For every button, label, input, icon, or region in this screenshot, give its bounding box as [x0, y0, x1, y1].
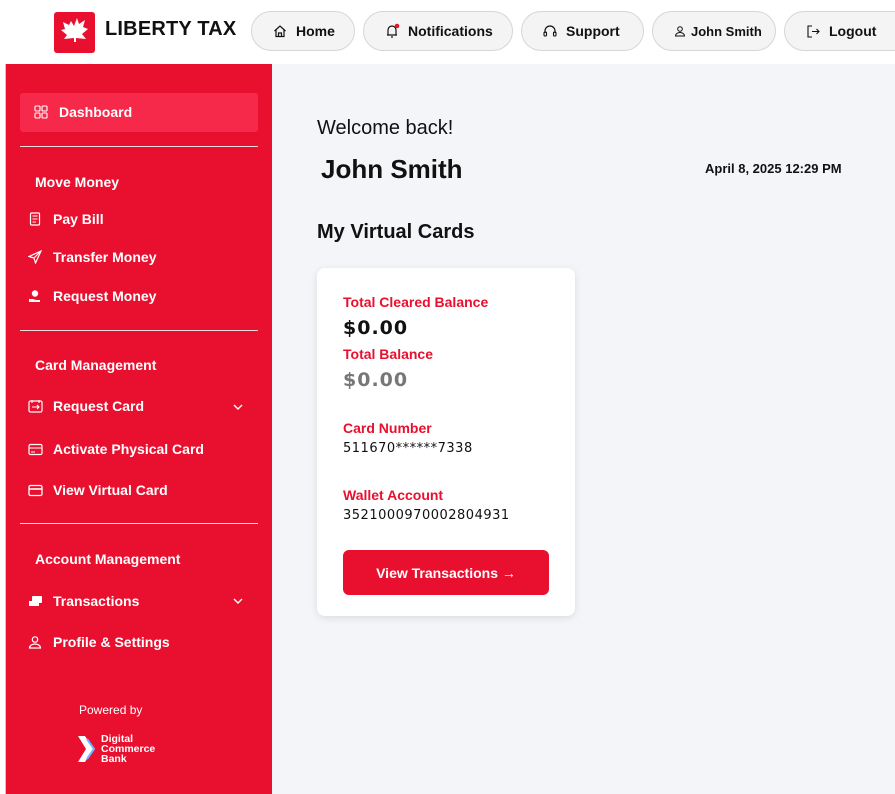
maple-leaf-icon: [61, 18, 88, 42]
home-button[interactable]: Home: [251, 11, 355, 51]
chevron-down-icon[interactable]: [232, 595, 244, 607]
support-label: Support: [566, 23, 620, 39]
wallet-account-label: Wallet Account: [343, 487, 444, 503]
virtual-card-panel: Total Cleared Balance $0.00 Total Balanc…: [317, 268, 575, 616]
notifications-label: Notifications: [408, 23, 493, 39]
cleared-balance-label: Total Cleared Balance: [343, 294, 489, 310]
card-icon: [27, 482, 43, 498]
digital-commerce-bank-logo: Digital Commerce Bank: [77, 734, 155, 764]
card-number-value: 511670******7338: [343, 441, 473, 456]
wallet-account-value: 3521000970002804931: [343, 508, 510, 523]
total-balance-label: Total Balance: [343, 346, 433, 362]
sidebar-item-transactions[interactable]: Transactions: [27, 593, 139, 609]
receipt-icon: [27, 211, 43, 227]
current-datetime: April 8, 2025 12:29 PM: [705, 161, 842, 176]
virtual-cards-title: My Virtual Cards: [317, 221, 475, 243]
headset-icon: [542, 23, 558, 39]
sidebar-item-label: Pay Bill: [53, 211, 104, 227]
brand-name: LIBERTY TAX: [105, 18, 237, 40]
dcb-line: Bank: [101, 753, 127, 765]
chevron-down-icon[interactable]: [232, 401, 244, 413]
card-number-label: Card Number: [343, 420, 432, 436]
user-label: John Smith: [691, 23, 762, 39]
grid-icon: [33, 104, 49, 120]
card-management-heading: Card Management: [35, 357, 157, 373]
home-icon: [272, 23, 288, 39]
logout-button[interactable]: Logout: [784, 11, 895, 51]
sidebar-item-pay-bill[interactable]: Pay Bill: [27, 211, 104, 227]
top-bar: LIBERTY TAX Home Notifications Support J…: [0, 0, 895, 64]
bell-icon: [384, 23, 400, 39]
welcome-message: Welcome back!: [317, 117, 454, 139]
sidebar-item-label: Transfer Money: [53, 249, 157, 265]
user-menu-button[interactable]: John Smith: [652, 11, 776, 51]
sidebar-item-request-money[interactable]: Request Money: [27, 288, 156, 304]
main-content: Welcome back! John Smith April 8, 2025 1…: [272, 64, 895, 794]
user-name-heading: John Smith: [321, 154, 463, 184]
sidebar-item-view-virtual-card[interactable]: View Virtual Card: [27, 482, 168, 498]
support-button[interactable]: Support: [521, 11, 644, 51]
sidebar-item-label: Activate Physical Card: [53, 441, 204, 457]
logout-label: Logout: [829, 23, 877, 39]
cleared-balance-value: $0.00: [343, 317, 409, 339]
user-icon: [27, 634, 43, 650]
move-money-heading: Move Money: [35, 174, 120, 190]
liberty-tax-logo[interactable]: [54, 12, 95, 53]
hand-coin-icon: [27, 288, 43, 304]
logout-icon: [805, 23, 821, 39]
sidebar-divider: [20, 146, 258, 147]
sidebar: Dashboard Move Money Pay Bill Transfer M…: [6, 64, 272, 794]
sidebar-item-dashboard[interactable]: Dashboard: [33, 104, 132, 120]
sidebar-divider: [20, 523, 258, 524]
powered-by-label: Powered by: [79, 703, 143, 717]
sidebar-divider: [20, 330, 258, 331]
notifications-button[interactable]: Notifications: [363, 11, 513, 51]
money-hand-icon: [27, 593, 43, 609]
home-label: Home: [296, 23, 335, 39]
send-icon: [27, 249, 43, 265]
total-balance-value: $0.00: [343, 369, 409, 391]
user-icon: [673, 23, 686, 39]
sidebar-item-label: View Virtual Card: [53, 482, 168, 498]
sidebar-item-activate-physical-card[interactable]: Activate Physical Card: [27, 441, 204, 457]
sidebar-item-request-card[interactable]: Request Card: [27, 398, 144, 414]
sidebar-item-label: Dashboard: [59, 104, 133, 120]
sidebar-item-label: Transactions: [53, 593, 140, 609]
view-transactions-button[interactable]: View Transactions →: [343, 550, 549, 595]
dcb-wordmark: Digital Commerce Bank: [101, 734, 155, 765]
credit-card-icon: [27, 441, 43, 457]
dcb-mark-icon: [78, 736, 96, 762]
sidebar-item-label: Request Money: [53, 288, 157, 304]
card-exchange-icon: [27, 398, 43, 414]
sidebar-item-transfer-money[interactable]: Transfer Money: [27, 249, 156, 265]
sidebar-item-label: Profile & Settings: [53, 634, 170, 650]
sidebar-item-profile-settings[interactable]: Profile & Settings: [27, 634, 170, 650]
account-management-heading: Account Management: [35, 551, 181, 567]
sidebar-item-label: Request Card: [53, 398, 145, 414]
